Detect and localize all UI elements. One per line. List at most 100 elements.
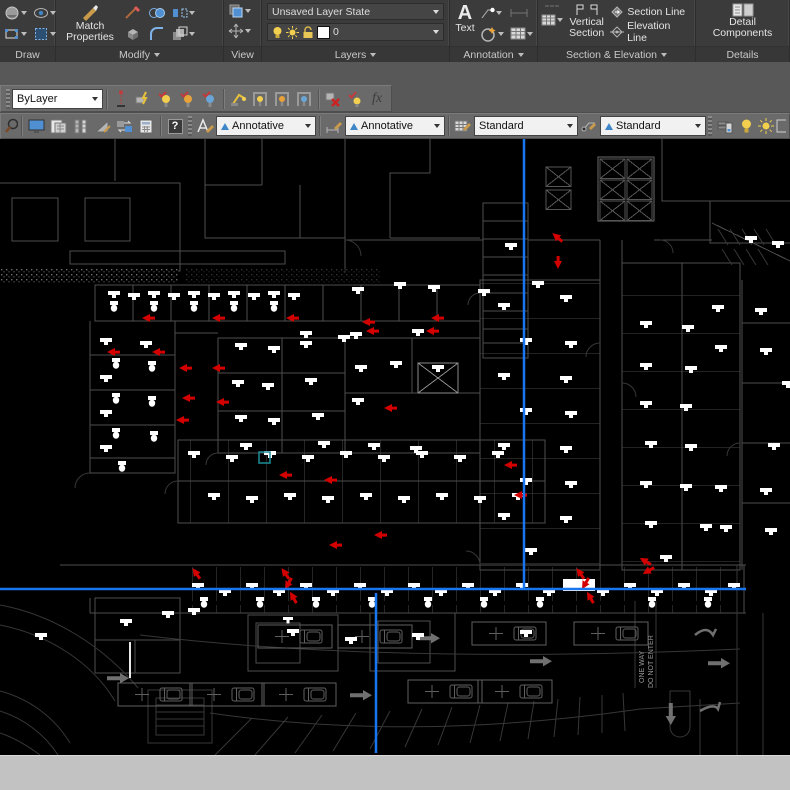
zoom-tool-button[interactable] [4,115,18,137]
match-properties-button[interactable]: Match Properties [59,2,121,44]
crane-lamp-tool-button[interactable] [227,88,249,110]
elevation-line-button[interactable]: Elevation Line [610,22,692,42]
rectangle-icon [4,26,20,42]
current-layer-name: 0 [333,26,430,38]
table-style-icon [454,118,472,134]
text-tool-button[interactable]: A Text [453,2,477,35]
toolbar-grip[interactable] [708,116,712,136]
annotation-panel-label[interactable]: Annotation [450,46,537,62]
mleader-style-dropdown[interactable]: Standard [600,116,706,136]
toolbar-separator [448,116,449,136]
lightbulb-icon [740,118,753,134]
lamp-check-tool-1-button[interactable] [154,88,176,110]
lights-on-button[interactable] [736,115,756,137]
lamp-delete-tool-button[interactable] [322,88,344,110]
light-pole-icon [113,90,129,108]
quick-calc-button[interactable] [135,115,157,137]
explode-tool-button[interactable] [123,25,143,43]
layer-state-dropdown[interactable]: Unsaved Layer State [267,3,444,20]
view-panel-label-text: View [231,49,254,61]
expression-tool-button[interactable]: fx [366,88,388,110]
revision-cloud-button[interactable] [32,4,57,22]
light-pole-tool-button[interactable] [110,88,132,110]
view-panel-label[interactable]: View [224,46,261,62]
modify-panel-label[interactable]: Modify [56,46,223,62]
drafting-tools-button[interactable] [91,115,113,137]
tag-tool-button[interactable] [479,25,505,43]
layer-dropdown[interactable]: 0 [267,23,444,41]
section-panel-label[interactable]: Section & Elevation [538,46,695,62]
clipped-icon [776,119,786,133]
layer-freeze-sun-icon [286,26,299,39]
lamp-check-tool-3-button[interactable] [198,88,220,110]
drawing-canvas[interactable]: ONE WAY DO NOT ENTER [0,139,790,755]
mleader-style-icon [580,118,598,134]
dim-style-value: Annotative [361,120,431,132]
object-color-value: ByLayer [17,93,89,105]
ellipse-icon [33,5,49,21]
render-window-button[interactable] [25,115,47,137]
fillet-tool-button[interactable] [147,25,167,43]
array-tool-button[interactable] [171,25,196,43]
text-style-manager-button[interactable] [194,115,216,137]
hatch-tool-button[interactable] [3,4,28,22]
schedule-table-icon [541,14,556,26]
sun-status-button[interactable] [756,115,776,137]
floor-plan-drawing: ONE WAY DO NOT ENTER [0,139,790,755]
help-button[interactable]: ? [164,115,186,137]
bracket-lamp-2-button[interactable] [271,88,293,110]
view-navigate-button[interactable] [227,22,252,40]
sheet-set-button[interactable] [47,115,69,137]
lamp-power-tool-button[interactable] [132,88,154,110]
clipped-edge-tool-button[interactable] [776,115,786,137]
toolbar-row-properties: ByLayer fx [0,85,790,112]
toolbar-separator [318,89,319,109]
command-panel-area[interactable] [0,755,790,790]
modify-panel-label-text: Modify [119,49,150,61]
object-color-dropdown-arrow-icon [92,97,98,101]
reference-edit-button[interactable] [113,115,135,137]
vertical-section-button[interactable]: Vertical Section [565,2,608,40]
rectangle-tool-button[interactable] [3,25,28,43]
lamp-verify-tool-button[interactable] [344,88,366,110]
lamp-verify-icon [347,91,363,107]
bracket-lamp-3-button[interactable] [293,88,315,110]
table-style-dropdown[interactable]: Standard [474,116,578,136]
table-icon [510,27,526,40]
toolbar-row-styles: ? Annotative Annotative Standard [0,112,790,139]
leader-tool-button[interactable] [479,5,505,21]
ribbon-panel-annotation: A Text Annotation [450,0,538,62]
erase-tool-button[interactable] [123,4,143,22]
text-style-dropdown-arrow-icon [305,124,311,128]
text-style-dropdown[interactable]: Annotative [216,116,316,136]
lamp-check-tool-2-button[interactable] [176,88,198,110]
draw-panel-label[interactable]: Draw [0,46,55,62]
detail-components-button[interactable]: Detail Components [704,2,782,40]
calculator-icon [139,119,153,134]
sheet-grid-icon [50,119,67,134]
dim-style-dropdown[interactable]: Annotative [345,116,445,136]
section-line-button[interactable]: Section Line [610,2,692,22]
copy-tool-button[interactable] [147,4,167,22]
dimension-tool-button[interactable] [509,7,534,19]
ribbon-panel-section: Vertical Section Section Line Elevation … [538,0,696,62]
toolbar-grip[interactable] [188,116,192,136]
mleader-style-dropdown-arrow-icon [695,124,701,128]
mirror-icon [172,5,188,21]
schedule-table-button[interactable] [540,13,564,27]
mirror-tool-button[interactable] [171,4,196,22]
tool-palettes-button[interactable] [714,115,736,137]
object-color-dropdown[interactable]: ByLayer [12,89,103,109]
column-grid-button[interactable] [69,115,91,137]
toolbar-grip[interactable] [6,89,10,109]
details-panel-label[interactable]: Details [696,46,789,62]
annotative-icon [350,123,358,130]
bracket-lamp-1-button[interactable] [249,88,271,110]
layers-panel-label[interactable]: Layers [262,46,449,62]
mleader-style-manager-button[interactable] [578,115,600,137]
region-tool-button[interactable] [32,25,57,43]
dim-style-manager-button[interactable] [323,115,345,137]
view-styles-button[interactable] [227,2,252,20]
table-style-manager-button[interactable] [452,115,474,137]
table-tool-button[interactable] [509,26,534,41]
